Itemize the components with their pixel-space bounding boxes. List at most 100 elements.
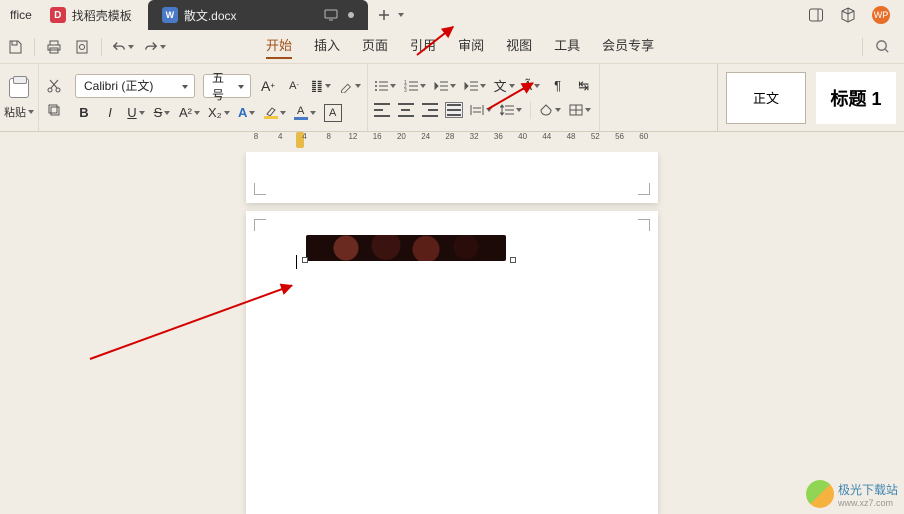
plus-icon xyxy=(378,9,390,21)
change-case-icon[interactable]: ䷁ xyxy=(311,77,331,95)
style-heading1[interactable]: 标题 1 xyxy=(816,72,896,124)
new-tab-dropdown[interactable] xyxy=(396,8,404,22)
ruler-number: 60 xyxy=(639,132,648,141)
menu-insert[interactable]: 插入 xyxy=(314,35,340,59)
quick-access-toolbar xyxy=(6,38,166,56)
font-size-select[interactable]: 五号 xyxy=(203,74,251,98)
borders-button[interactable] xyxy=(569,101,591,119)
align-left-button[interactable] xyxy=(374,103,390,117)
font-size-value: 五号 xyxy=(212,69,232,103)
menu-page[interactable]: 页面 xyxy=(362,35,388,59)
image-handle[interactable] xyxy=(510,257,516,263)
menu-start[interactable]: 开始 xyxy=(266,35,292,59)
ribbon: 粘贴 Calibri (正文) 五号 A+ A- ䷁ B I U xyxy=(0,64,904,132)
ruler-number: 56 xyxy=(615,132,624,141)
menu-reference[interactable]: 引用 xyxy=(410,35,436,59)
menu-review[interactable]: 审阅 xyxy=(458,35,484,59)
ruler-number: 28 xyxy=(445,132,454,141)
font-color-button[interactable]: A xyxy=(294,104,316,122)
print-icon[interactable] xyxy=(45,38,63,56)
paste-label[interactable]: 粘贴 xyxy=(4,104,34,120)
copy-icon[interactable] xyxy=(45,101,63,119)
home-tab-label: ffice xyxy=(10,8,32,22)
align-center-button[interactable] xyxy=(398,103,414,117)
bullets-button[interactable] xyxy=(374,77,396,95)
highlight-button[interactable] xyxy=(264,104,286,122)
decrease-font-icon[interactable]: A- xyxy=(285,77,303,95)
menu-view[interactable]: 视图 xyxy=(506,35,532,59)
watermark-url: www.xz7.com xyxy=(838,498,898,508)
bold-button[interactable]: B xyxy=(75,104,93,122)
template-tab-label: 找稻壳模板 xyxy=(72,7,132,24)
image-handle[interactable] xyxy=(302,257,308,263)
font-family-select[interactable]: Calibri (正文) xyxy=(75,74,195,98)
avatar[interactable]: WP xyxy=(872,6,890,24)
save-icon[interactable] xyxy=(6,38,24,56)
paragraph-group: 123 文 Ã ¶ ↹ xyxy=(368,64,600,131)
undo-button[interactable] xyxy=(112,38,134,56)
subscript-button[interactable]: X₂ xyxy=(208,104,230,122)
print-preview-icon[interactable] xyxy=(73,38,91,56)
template-icon: D xyxy=(50,7,66,23)
paste-icon[interactable] xyxy=(9,78,29,98)
tab-settings-button[interactable]: ↹ xyxy=(575,77,593,95)
tab-controls xyxy=(324,8,354,22)
ruler-number: 52 xyxy=(591,132,600,141)
ruler-number: 24 xyxy=(421,132,430,141)
align-justify-button[interactable] xyxy=(446,103,462,117)
clipboard-group: 粘贴 xyxy=(0,64,39,131)
indent-decrease-button[interactable] xyxy=(434,77,456,95)
horizontal-ruler[interactable]: 844812162024283236404448525660 xyxy=(246,132,658,152)
screen-icon[interactable] xyxy=(324,8,338,22)
numbering-button[interactable]: 123 xyxy=(404,77,426,95)
ruler-number: 4 xyxy=(278,132,282,141)
document-tab[interactable]: W 散文.docx xyxy=(148,0,368,30)
watermark-text: 极光下载站 xyxy=(838,483,898,497)
current-page[interactable] xyxy=(246,211,658,514)
window-controls: WP xyxy=(808,0,904,30)
line-spacing-button[interactable] xyxy=(500,101,522,119)
home-tab[interactable]: ffice xyxy=(0,0,42,30)
panel-icon[interactable] xyxy=(808,7,824,23)
new-tab-button[interactable] xyxy=(368,0,414,30)
clear-format-icon[interactable] xyxy=(339,77,361,95)
text-effects-button[interactable]: A xyxy=(238,104,256,122)
ruler-number: 44 xyxy=(542,132,551,141)
ruler-number: 8 xyxy=(254,132,258,141)
shading-button[interactable] xyxy=(539,101,561,119)
ruler-number: 32 xyxy=(470,132,479,141)
ruler-number: 4 xyxy=(302,132,306,141)
template-tab[interactable]: D 找稻壳模板 xyxy=(42,0,148,30)
cut-icon[interactable] xyxy=(45,77,63,95)
underline-button[interactable]: U xyxy=(127,104,145,122)
text-cursor xyxy=(296,255,297,269)
tab-modified-dot xyxy=(348,12,354,18)
superscript-button[interactable]: A² xyxy=(179,104,200,122)
ruler-number: 20 xyxy=(397,132,406,141)
text-direction-button[interactable]: 文 xyxy=(494,77,515,95)
menu-right xyxy=(862,38,898,56)
increase-font-icon[interactable]: A+ xyxy=(259,77,277,95)
watermark-logo xyxy=(806,480,834,508)
menu-items: 开始 插入 页面 引用 审阅 视图 工具 会员专享 xyxy=(266,35,654,59)
word-icon: W xyxy=(162,7,178,23)
charbox-button[interactable]: A xyxy=(324,104,342,122)
italic-button[interactable]: I xyxy=(101,104,119,122)
redo-button[interactable] xyxy=(144,38,166,56)
align-right-button[interactable] xyxy=(422,103,438,117)
ruler-number: 16 xyxy=(373,132,382,141)
style-heading1-label: 标题 1 xyxy=(830,85,881,111)
strike-button[interactable]: S xyxy=(153,104,171,122)
styles-pane: 正文 标题 1 xyxy=(717,64,904,131)
style-normal[interactable]: 正文 xyxy=(726,72,806,124)
inserted-image[interactable] xyxy=(306,235,506,261)
previous-page[interactable] xyxy=(246,152,658,203)
cube-icon[interactable] xyxy=(840,7,856,23)
ruler-number: 12 xyxy=(348,132,357,141)
menu-member[interactable]: 会员专享 xyxy=(602,35,654,59)
ruler-number: 48 xyxy=(567,132,576,141)
search-icon[interactable] xyxy=(875,39,890,54)
show-marks-button[interactable]: ¶ xyxy=(549,77,567,95)
menu-tools[interactable]: 工具 xyxy=(554,35,580,59)
indent-increase-button[interactable] xyxy=(464,77,486,95)
